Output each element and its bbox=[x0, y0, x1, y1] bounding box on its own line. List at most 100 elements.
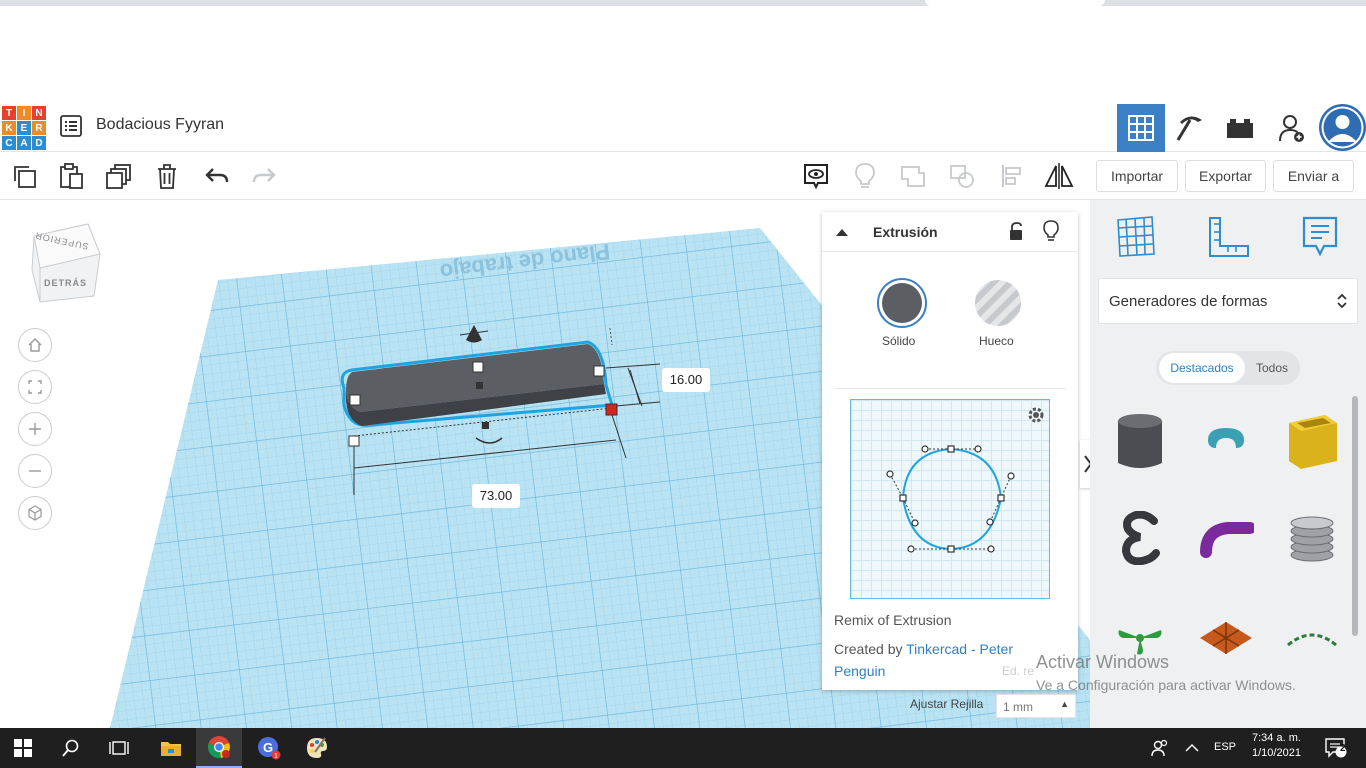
activation-watermark-title: Activar Windows bbox=[1036, 652, 1170, 672]
tinkercad-logo[interactable]: T I N K E R C A D bbox=[2, 106, 46, 150]
viewcube-back-label: DETRÁS bbox=[44, 278, 88, 288]
shape-torus-teal[interactable] bbox=[1196, 412, 1256, 472]
snap-grid-select[interactable]: 1 mm ▲ bbox=[996, 694, 1076, 718]
undo-icon[interactable] bbox=[199, 158, 235, 194]
design-list-icon[interactable] bbox=[60, 115, 82, 137]
add-user-icon[interactable] bbox=[1268, 104, 1316, 152]
windows-start-icon[interactable] bbox=[0, 728, 46, 768]
paste-icon[interactable] bbox=[53, 158, 89, 194]
align-icon[interactable] bbox=[994, 158, 1030, 194]
clock-date: 1/10/2021 bbox=[1252, 747, 1301, 759]
bricks-icon[interactable] bbox=[1216, 104, 1264, 152]
length-dimension-field[interactable]: 73.00 bbox=[472, 484, 520, 508]
logo-letter: I bbox=[17, 106, 31, 120]
shape-bent-pipe-purple[interactable] bbox=[1196, 508, 1256, 568]
ungroup-icon[interactable] bbox=[944, 158, 980, 194]
fit-view-icon[interactable] bbox=[18, 370, 52, 404]
resize-handle[interactable] bbox=[472, 361, 484, 373]
shape-box-yellow[interactable] bbox=[1282, 412, 1342, 472]
notification-center-icon[interactable]: 2 bbox=[1314, 728, 1358, 768]
avatar[interactable] bbox=[1319, 104, 1366, 151]
logo-letter: E bbox=[17, 121, 31, 135]
hole-label: Hueco bbox=[979, 334, 1014, 348]
edit-text: Ed. re bbox=[1002, 664, 1035, 678]
perspective-cube-icon[interactable] bbox=[18, 496, 52, 530]
shape-cylinder[interactable] bbox=[1110, 412, 1170, 472]
category-select[interactable]: Generadores de formas bbox=[1098, 278, 1358, 324]
shape-letter-e[interactable] bbox=[1110, 508, 1170, 568]
app-blue-icon[interactable]: G1 bbox=[246, 728, 292, 768]
shape-tile-orange[interactable] bbox=[1196, 608, 1256, 668]
snap-grid-label: Ajustar Rejilla bbox=[910, 697, 984, 711]
view-cube[interactable]: SUPERIOR DETRÁS bbox=[28, 220, 104, 304]
lightbulb-icon[interactable] bbox=[1042, 220, 1060, 242]
3d-view-grid-icon[interactable] bbox=[1117, 104, 1165, 152]
snap-grid-value: 1 mm bbox=[1003, 700, 1033, 714]
copy-icon[interactable] bbox=[6, 158, 42, 194]
zoom-in-icon[interactable] bbox=[18, 412, 52, 446]
logo-letter: N bbox=[32, 106, 46, 120]
shape-threaded-cylinder[interactable] bbox=[1282, 508, 1342, 568]
blank-area bbox=[0, 6, 1366, 104]
file-explorer-icon[interactable] bbox=[148, 728, 194, 768]
mirror-icon[interactable] bbox=[1041, 158, 1077, 194]
resize-handle[interactable] bbox=[349, 394, 361, 406]
logo-letter: A bbox=[17, 136, 31, 150]
tab-featured[interactable]: Destacados bbox=[1159, 353, 1245, 383]
divider bbox=[834, 388, 1066, 389]
group-icon[interactable] bbox=[895, 158, 931, 194]
ruler-icon[interactable] bbox=[1206, 214, 1250, 258]
search-icon[interactable] bbox=[48, 728, 94, 768]
import-button[interactable]: Importar bbox=[1096, 160, 1178, 192]
zoom-out-icon[interactable] bbox=[18, 454, 52, 488]
notes-icon[interactable] bbox=[1300, 214, 1340, 258]
hole-option[interactable] bbox=[975, 280, 1021, 326]
shape-arc-green[interactable] bbox=[1282, 608, 1342, 668]
height-dimension-field[interactable]: 16.00 bbox=[662, 368, 710, 392]
task-view-icon[interactable] bbox=[96, 728, 142, 768]
lightbulb-icon[interactable] bbox=[847, 158, 883, 194]
created-by-label: Created by bbox=[834, 641, 903, 657]
notification-badge: 2 bbox=[1340, 743, 1346, 754]
inspector-header bbox=[822, 212, 1078, 252]
collapse-caret-icon[interactable] bbox=[834, 224, 850, 240]
shape-inspector: Extrusión Sólido Hueco Remix of Extrusio… bbox=[822, 212, 1078, 690]
solid-swatch bbox=[882, 283, 922, 323]
chevron-up-icon[interactable] bbox=[1172, 728, 1212, 768]
shapes-scrollbar[interactable] bbox=[1352, 396, 1358, 636]
design-title[interactable]: Bodacious Fyyran bbox=[96, 116, 224, 134]
delete-trash-icon[interactable] bbox=[149, 158, 185, 194]
svg-text:G: G bbox=[263, 740, 273, 755]
redo-icon[interactable] bbox=[246, 158, 282, 194]
clock[interactable]: 7:34 a. m. 1/10/2021 bbox=[1252, 732, 1301, 759]
workplane-grid-icon[interactable] bbox=[1114, 214, 1158, 258]
language-indicator[interactable]: ESP bbox=[1214, 741, 1236, 753]
inspector-title: Extrusión bbox=[873, 224, 938, 240]
resize-handle-active[interactable] bbox=[605, 403, 618, 416]
resize-handle[interactable] bbox=[348, 435, 360, 447]
resize-handle[interactable] bbox=[593, 365, 605, 377]
unlock-icon[interactable] bbox=[1008, 222, 1026, 242]
pickaxe-icon[interactable] bbox=[1166, 104, 1214, 152]
solid-label: Sólido bbox=[882, 334, 916, 348]
send-to-button[interactable]: Enviar a bbox=[1273, 160, 1354, 192]
tab-all[interactable]: Todos bbox=[1250, 353, 1294, 383]
shape-editor[interactable] bbox=[850, 399, 1050, 599]
paint-palette-icon[interactable] bbox=[294, 728, 340, 768]
logo-letter: R bbox=[32, 121, 46, 135]
logo-letter: K bbox=[2, 121, 16, 135]
center-marker bbox=[476, 382, 483, 389]
solid-option[interactable] bbox=[877, 278, 927, 328]
center-marker bbox=[482, 422, 489, 429]
duplicate-icon[interactable] bbox=[101, 158, 137, 194]
notes-eye-icon[interactable] bbox=[798, 158, 834, 194]
gear-icon[interactable] bbox=[1027, 406, 1045, 424]
shapes-panel: Generadores de formas Destacados Todos bbox=[1090, 200, 1366, 728]
logo-letter: T bbox=[2, 106, 16, 120]
updown-arrow-icon bbox=[1337, 293, 1347, 309]
chrome-icon[interactable] bbox=[196, 728, 242, 768]
remix-text: Remix of Extrusion bbox=[834, 612, 952, 628]
home-view-icon[interactable] bbox=[18, 328, 52, 362]
export-button[interactable]: Exportar bbox=[1185, 160, 1266, 192]
category-value: Generadores de formas bbox=[1109, 293, 1268, 310]
